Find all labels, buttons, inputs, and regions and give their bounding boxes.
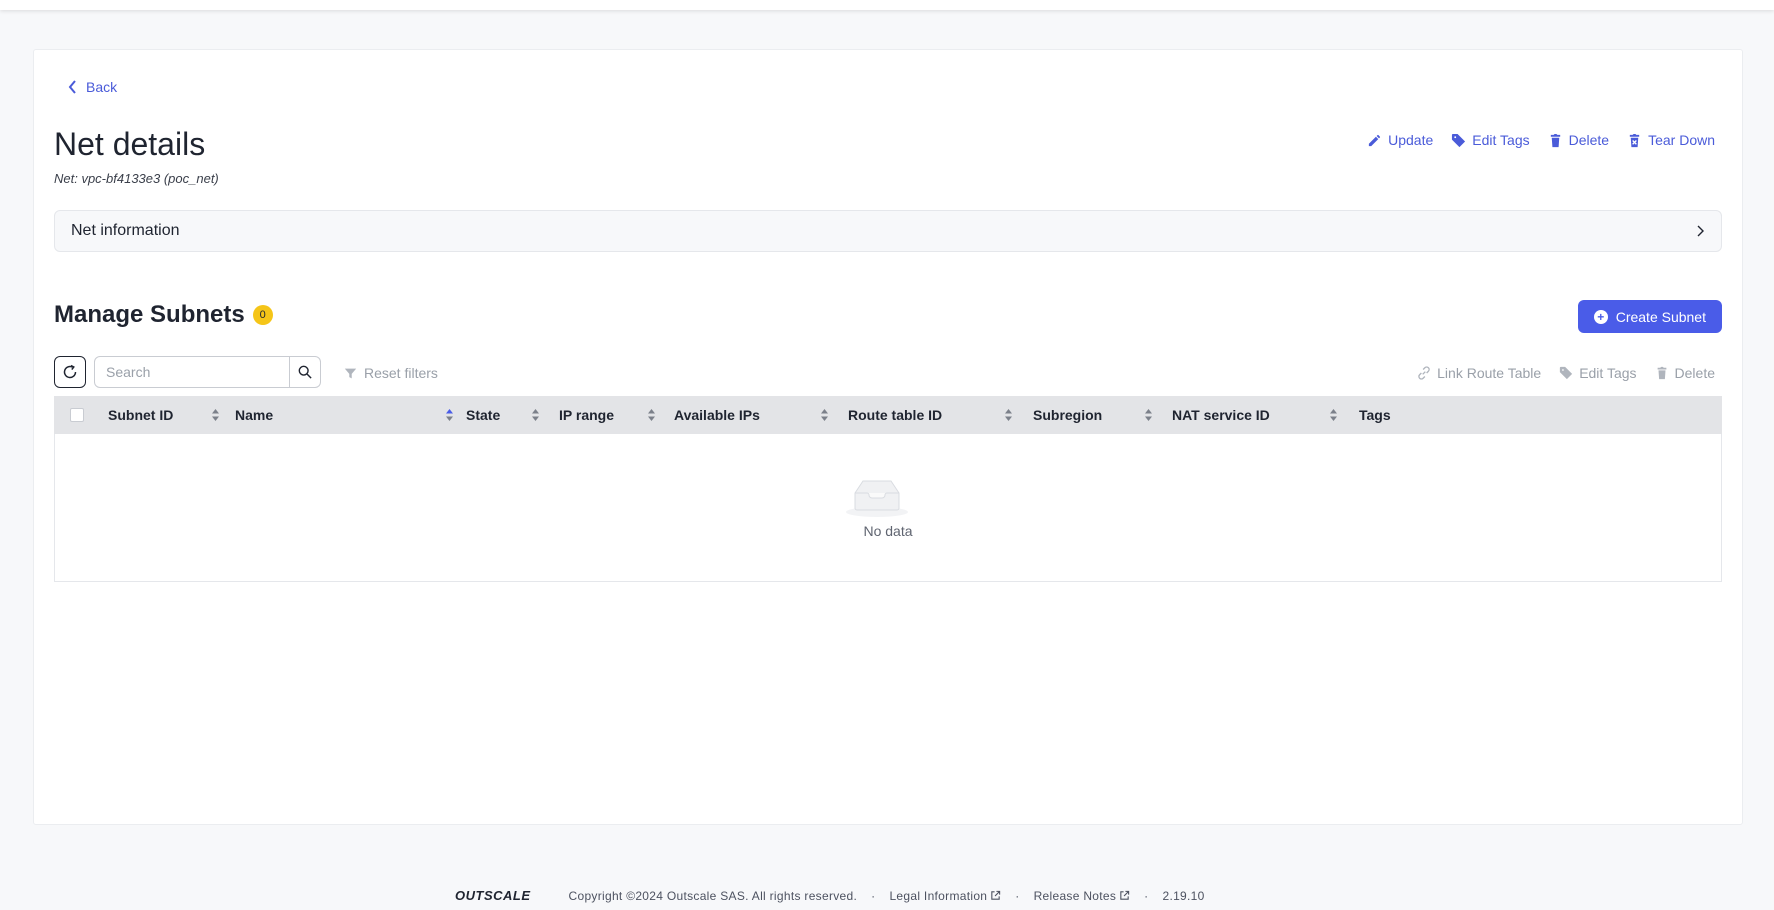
subnets-title: Manage Subnets [54, 301, 245, 328]
search-icon [298, 365, 312, 379]
external-link-icon [1120, 890, 1130, 900]
sort-icon[interactable] [1004, 408, 1013, 422]
trash-icon [1657, 366, 1666, 380]
release-notes-label: Release Notes [1033, 888, 1117, 903]
tag-icon [1452, 133, 1466, 147]
reset-filters-button[interactable]: Reset filters [344, 365, 438, 381]
trash-x-icon [1629, 133, 1640, 147]
subnets-heading: Manage Subnets 0 [54, 301, 273, 329]
link-route-table-button[interactable]: Link Route Table [1417, 365, 1541, 381]
column-tags: Tags [1359, 407, 1391, 423]
separator: · [1144, 888, 1149, 903]
page-title: Net details [54, 126, 206, 162]
table-edit-tags-button[interactable]: Edit Tags [1559, 365, 1637, 381]
empty-inbox-icon [846, 480, 908, 517]
copyright-text: Copyright ©2024 Outscale SAS. All rights… [568, 888, 858, 903]
column-nat-service-id[interactable]: NAT service ID [1172, 396, 1270, 434]
empty-state-text: No data [863, 523, 913, 539]
create-subnet-button[interactable]: + Create Subnet [1577, 300, 1722, 333]
sort-icon[interactable] [820, 408, 829, 422]
chevron-right-icon [1697, 225, 1704, 237]
legal-information-link[interactable]: Legal Information [889, 889, 1001, 903]
sort-icon-active[interactable] [445, 408, 454, 422]
tear-down-button[interactable]: Tear Down [1627, 132, 1715, 148]
table-actions: Link Route Table Edit Tags Delete [1417, 365, 1715, 381]
edit-tags-label: Edit Tags [1472, 132, 1530, 148]
select-all-checkbox[interactable] [70, 408, 84, 422]
header-actions: Update Edit Tags Delete Tear Down [1367, 132, 1715, 148]
subnet-count-badge: 0 [252, 305, 273, 325]
tag-icon [1560, 366, 1573, 380]
edit-tags-button[interactable]: Edit Tags [1451, 132, 1530, 148]
search-input[interactable] [94, 356, 290, 388]
refresh-button[interactable] [54, 356, 86, 388]
tear-down-label: Tear Down [1648, 132, 1715, 148]
table-delete-button[interactable]: Delete [1655, 365, 1715, 381]
main-card: Back Net details Net: vpc-bf4133e3 (poc_… [33, 49, 1743, 825]
page-subtitle: Net: vpc-bf4133e3 (poc_net) [54, 171, 219, 186]
column-subnet-id[interactable]: Subnet ID [108, 396, 173, 434]
delete-label: Delete [1568, 132, 1610, 148]
legal-information-label: Legal Information [889, 888, 988, 903]
create-subnet-label: Create Subnet [1615, 308, 1706, 325]
separator: · [1015, 888, 1020, 903]
column-name[interactable]: Name [235, 396, 273, 434]
release-notes-link[interactable]: Release Notes [1034, 889, 1131, 903]
column-route-table-id[interactable]: Route table ID [848, 396, 942, 434]
separator: · [871, 888, 876, 903]
outscale-logo: OUTSCALE [455, 888, 531, 903]
refresh-icon [63, 364, 77, 379]
sort-icon[interactable] [1144, 408, 1153, 422]
plus-circle-icon: + [1593, 309, 1608, 324]
table-header: Subnet ID Name State IP range Available … [54, 396, 1722, 434]
trash-icon [1550, 133, 1560, 147]
column-available-ips[interactable]: Available IPs [674, 396, 760, 434]
external-link-icon [991, 890, 1001, 900]
net-information-panel[interactable]: Net information [54, 210, 1722, 252]
search-group [94, 356, 321, 388]
link-route-table-label: Link Route Table [1437, 365, 1542, 381]
filter-icon [344, 368, 357, 378]
sort-icon[interactable] [531, 408, 540, 422]
chevron-left-icon [68, 80, 76, 94]
sort-icon[interactable] [647, 408, 656, 422]
table-delete-label: Delete [1674, 365, 1715, 381]
sort-icon[interactable] [211, 408, 220, 422]
search-button[interactable] [290, 356, 321, 388]
sort-icon[interactable] [1329, 408, 1338, 422]
back-link[interactable]: Back [68, 79, 117, 95]
link-icon [1418, 366, 1430, 380]
top-bar [0, 0, 1774, 10]
back-label: Back [86, 79, 118, 95]
reset-filters-label: Reset filters [364, 365, 438, 381]
net-information-label: Net information [71, 222, 180, 239]
delete-button[interactable]: Delete [1548, 132, 1609, 148]
table-body: No data [54, 434, 1722, 582]
footer: OUTSCALE Copyright ©2024 Outscale SAS. A… [455, 888, 1205, 903]
table-edit-tags-label: Edit Tags [1579, 365, 1637, 381]
update-label: Update [1388, 132, 1434, 148]
version-text: 2.19.10 [1162, 888, 1205, 903]
pencil-icon [1368, 134, 1381, 146]
update-button[interactable]: Update [1367, 132, 1433, 148]
column-subregion[interactable]: Subregion [1033, 396, 1102, 434]
column-ip-range[interactable]: IP range [559, 396, 614, 434]
column-state[interactable]: State [466, 396, 500, 434]
